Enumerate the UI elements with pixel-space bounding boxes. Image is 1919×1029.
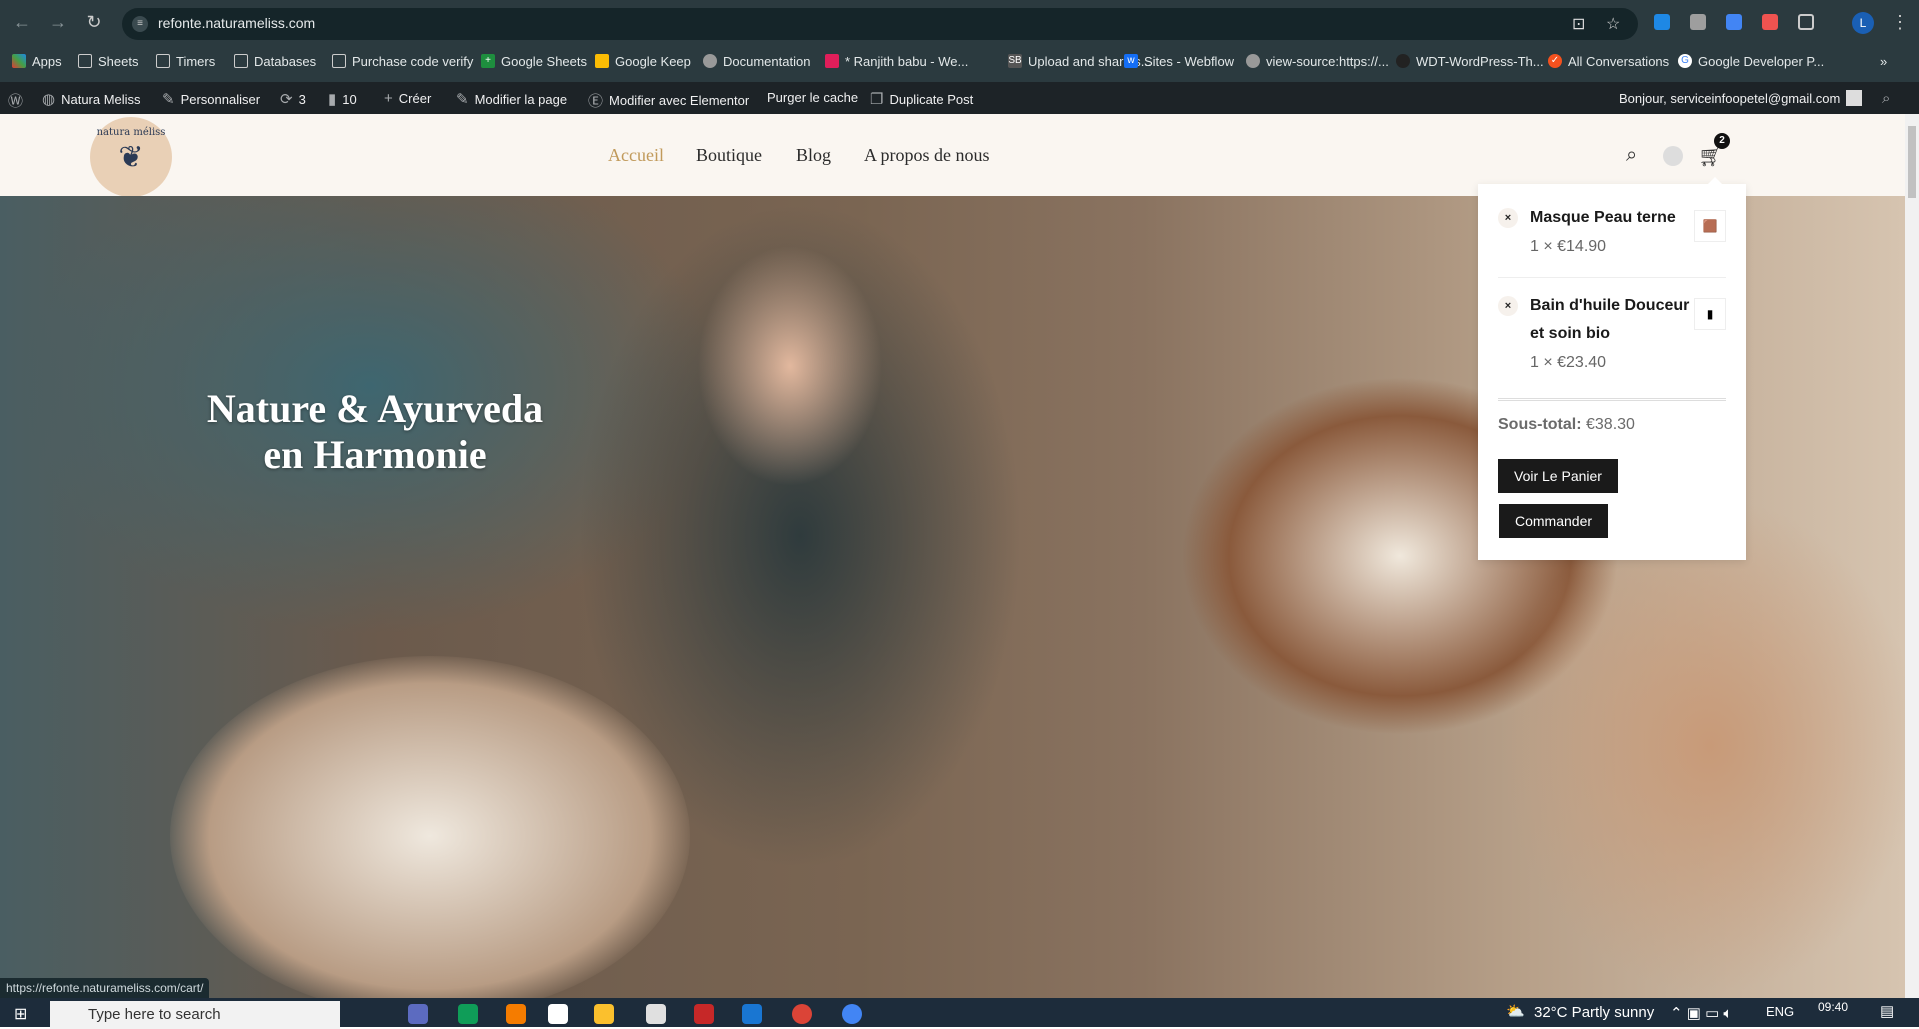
bookmark-google-sheets[interactable]: + Google Sheets <box>481 51 587 71</box>
language-indicator[interactable]: ENG <box>1766 1004 1794 1019</box>
wp-account-link[interactable]: Bonjour, serviceinfoopetel@gmail.com <box>1619 90 1863 106</box>
wp-updates-link[interactable]: ⟳ 3 <box>280 90 306 108</box>
bookmark-apps[interactable]: Apps <box>12 51 62 71</box>
folder-icon <box>156 54 170 68</box>
wp-customize-link[interactable]: ✎ Personnaliser <box>162 90 260 108</box>
chrome-icon[interactable] <box>842 1004 862 1024</box>
bookmark-webflow[interactable]: w Sites - Webflow <box>1124 51 1234 71</box>
file-explorer-icon[interactable] <box>594 1004 614 1024</box>
extension-icon[interactable] <box>1654 14 1670 30</box>
vscode-icon[interactable] <box>742 1004 762 1024</box>
translate-icon[interactable]: ⊡ <box>1572 14 1585 34</box>
site-info-icon[interactable]: ≡ <box>132 16 148 32</box>
reload-icon[interactable]: ↻ <box>82 12 106 33</box>
updates-icon: ⟳ <box>280 91 293 108</box>
bookmark-purchase-code[interactable]: Purchase code verify <box>332 51 473 71</box>
record-extension-icon[interactable] <box>1762 14 1778 30</box>
wordpress-logo-icon[interactable]: Ⓦ <box>8 90 23 111</box>
forward-icon[interactable]: → <box>46 12 70 33</box>
menu-dots-icon[interactable]: ⋮ <box>1888 12 1912 33</box>
camera-extension-icon[interactable] <box>1690 14 1706 30</box>
cart-count-badge: 2 <box>1714 133 1730 149</box>
folder-icon <box>234 54 248 68</box>
bookmark-documentation[interactable]: Documentation <box>703 51 810 71</box>
wp-admin-bar: Ⓦ ◍ Natura Meliss ✎ Personnaliser ⟳ 3 ▮ 10 +… <box>0 82 1919 114</box>
extensions-puzzle-icon[interactable] <box>1798 14 1814 30</box>
brush-icon: ✎ <box>162 91 175 108</box>
wp-duplicate-post-link[interactable]: ❐ Duplicate Post <box>870 90 973 108</box>
folder-icon <box>332 54 346 68</box>
weather-icon: ⛅ <box>1506 1003 1525 1020</box>
remove-item-button[interactable]: × <box>1498 208 1518 228</box>
taskbar-search-input[interactable]: Type here to search <box>50 1001 340 1029</box>
wp-search-icon[interactable]: ⌕ <box>1882 90 1890 107</box>
site-logo[interactable]: natura méliss ❦ <box>90 117 172 197</box>
account-icon[interactable] <box>1663 146 1683 166</box>
status-bar-url: https://refonte.naturameliss.com/cart/ <box>0 978 210 998</box>
app-icon[interactable] <box>408 1004 428 1024</box>
nav-a-propos[interactable]: A propos de nous <box>864 145 990 166</box>
bookmark-google-keep[interactable]: Google Keep <box>595 51 691 71</box>
edge-icon[interactable] <box>458 1004 478 1024</box>
nav-blog[interactable]: Blog <box>796 145 831 166</box>
search-icon[interactable]: ⌕ <box>1626 144 1637 167</box>
dashboard-icon: ◍ <box>42 91 56 108</box>
bookmark-sheets[interactable]: Sheets <box>78 51 138 71</box>
wp-purge-cache-link[interactable]: Purger le cache <box>767 90 858 105</box>
star-icon[interactable]: ☆ <box>1606 14 1620 34</box>
word-icon[interactable] <box>548 1004 568 1024</box>
checkout-button[interactable]: Commander <box>1499 504 1609 538</box>
wp-elementor-link[interactable]: Ⓔ Modifier avec Elementor <box>588 90 749 111</box>
product-thumbnail[interactable]: 🟫 <box>1694 210 1726 242</box>
elementor-icon: Ⓔ <box>588 93 604 110</box>
browser-toolbar: ← → ↻ ≡ refonte.naturameliss.com ⊡ ☆ L ⋮… <box>0 0 1919 82</box>
pencil-icon: ✎ <box>456 91 469 108</box>
weather-text[interactable]: 32°C Partly sunny <box>1534 1004 1654 1021</box>
wp-new-link[interactable]: + Créer <box>384 90 431 107</box>
page-scrollbar[interactable] <box>1905 114 1919 998</box>
bookmark-slack[interactable]: * Ranjith babu - We... <box>825 51 968 71</box>
address-bar[interactable]: ≡ refonte.naturameliss.com ⊡ ☆ <box>122 8 1638 40</box>
bookmark-timers[interactable]: Timers <box>156 51 215 71</box>
folder-icon <box>78 54 92 68</box>
clock[interactable]: 09:40 <box>1818 1000 1848 1014</box>
remove-item-button[interactable]: × <box>1498 296 1518 316</box>
view-cart-button[interactable]: Voir Le Panier <box>1498 459 1618 493</box>
bookmark-google-developer[interactable]: G Google Developer P... <box>1678 51 1824 71</box>
wp-comments-link[interactable]: ▮ 10 <box>328 90 357 108</box>
slack-icon[interactable] <box>646 1004 666 1024</box>
mini-cart-dropdown: × Masque Peau terne 1 × €14.90 🟫 × Bain … <box>1478 177 1746 560</box>
nav-boutique[interactable]: Boutique <box>696 145 762 166</box>
comment-icon: ▮ <box>328 91 337 108</box>
chrome-icon[interactable] <box>792 1004 812 1024</box>
duplicate-icon: ❐ <box>870 91 884 108</box>
tray-icons[interactable]: ⌃ ▣ ▭ 🔈︎ <box>1670 1004 1732 1022</box>
bookmark-view-source[interactable]: view-source:https://... <box>1246 51 1389 71</box>
bookmark-wdt-wordpress[interactable]: WDT-WordPress-Th... <box>1396 51 1544 71</box>
profile-avatar[interactable]: L <box>1852 12 1874 34</box>
wp-edit-page-link[interactable]: ✎ Modifier la page <box>456 90 567 108</box>
windows-taskbar: ⊞ Type here to search ⛅ 32°C Partly sunn… <box>0 998 1919 1029</box>
user-avatar-icon <box>1846 90 1863 106</box>
cart-item-name[interactable]: Bain d'huile Douceur et soin bio <box>1530 292 1690 348</box>
product-thumbnail[interactable]: ▮ <box>1694 298 1726 330</box>
nav-accueil[interactable]: Accueil <box>608 145 664 166</box>
cart-subtotal: Sous-total: €38.30 <box>1498 416 1635 433</box>
filezilla-icon[interactable] <box>694 1004 714 1024</box>
app-icon[interactable] <box>506 1004 526 1024</box>
wp-site-link[interactable]: ◍ Natura Meliss <box>42 90 141 108</box>
cart-item-name[interactable]: Masque Peau terne <box>1530 204 1690 232</box>
bookmarks-overflow-button[interactable]: » <box>1880 51 1887 71</box>
windows-start-icon[interactable]: ⊞ <box>14 1004 27 1024</box>
bookmark-all-conversations[interactable]: ✓ All Conversations <box>1548 51 1669 71</box>
plus-icon: + <box>384 90 393 107</box>
notifications-icon[interactable]: ▤ <box>1880 1002 1894 1020</box>
translate-extension-icon[interactable] <box>1726 14 1742 30</box>
back-icon[interactable]: ← <box>10 12 34 33</box>
hero-title: Nature & Ayurveda en Harmonie <box>206 386 544 477</box>
bookmark-databases[interactable]: Databases <box>234 51 316 71</box>
